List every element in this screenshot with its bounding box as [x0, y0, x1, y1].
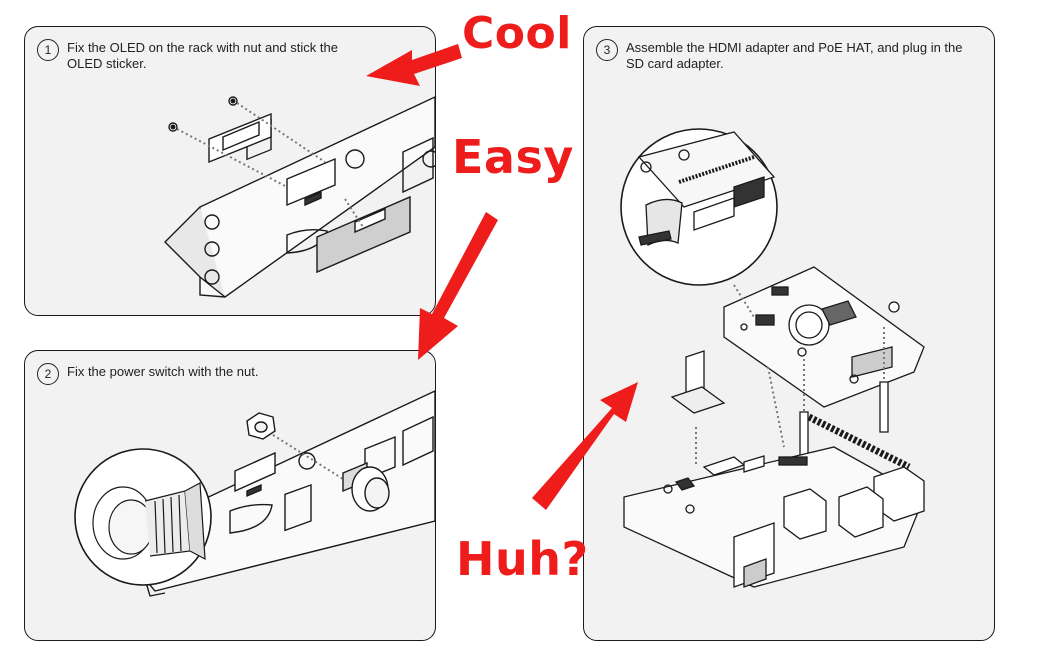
annotation-cool: Cool	[462, 8, 572, 59]
cool-arrow-icon	[366, 44, 462, 86]
easy-arrow-icon	[418, 212, 498, 360]
annotation-huh: Huh?	[456, 532, 589, 586]
huh-arrow-icon	[532, 382, 638, 510]
annotation-easy: Easy	[452, 130, 574, 184]
